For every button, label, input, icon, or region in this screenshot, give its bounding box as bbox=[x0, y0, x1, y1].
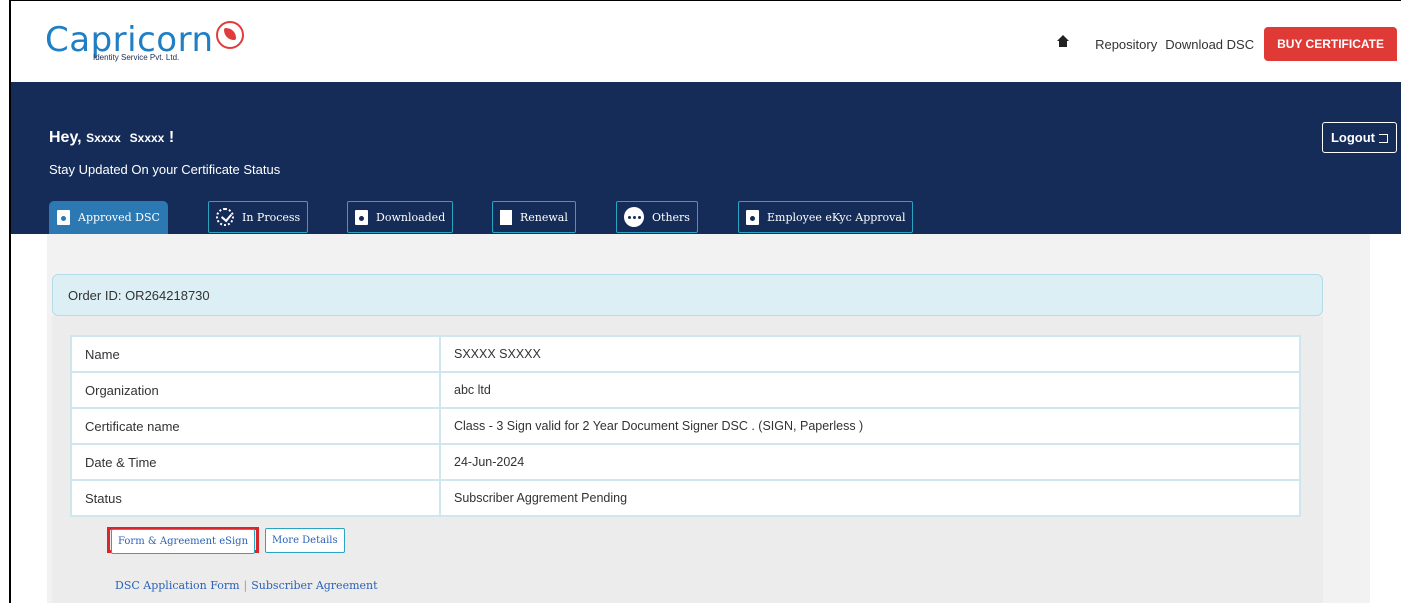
logout-label: Logout bbox=[1330, 130, 1375, 145]
tab-label: Downloaded bbox=[376, 210, 446, 224]
brand-logo[interactable]: Capricorn Identity Service Pvt. Ltd. bbox=[45, 21, 244, 71]
nav-link-download-dsc[interactable]: Download DSC bbox=[1165, 37, 1254, 52]
document-icon bbox=[746, 209, 759, 225]
detail-key: Certificate name bbox=[70, 407, 441, 445]
form-agreement-esign-button[interactable]: Form & Agreement eSign bbox=[111, 529, 256, 554]
dsc-application-form-link[interactable]: DSC Application Form bbox=[115, 579, 240, 592]
greeting-suffix: ! bbox=[168, 129, 175, 146]
detail-value: SXXXX SXXXX bbox=[439, 335, 1301, 373]
detail-key: Date & Time bbox=[70, 443, 441, 481]
progress-icon bbox=[216, 208, 234, 226]
document-icon bbox=[57, 210, 70, 225]
tab-approved-dsc[interactable]: Approved DSC bbox=[49, 201, 168, 234]
dashboard-banner: Hey, Sxxxx Sxxxx ! Stay Updated On your … bbox=[11, 82, 1401, 234]
more-details-button[interactable]: More Details bbox=[265, 527, 345, 553]
document-icon bbox=[355, 209, 368, 225]
table-row: Status Subscriber Aggrement Pending bbox=[70, 479, 1301, 517]
detail-key: Organization bbox=[70, 371, 441, 409]
highlight-box: Form & Agreement eSign bbox=[107, 527, 260, 554]
action-buttons: Form & Agreement eSign More Details bbox=[107, 527, 345, 554]
certificate-details-table: Name SXXXX SXXXX Organization abc ltd Ce… bbox=[70, 335, 1301, 517]
greeting: Hey, Sxxxx Sxxxx ! bbox=[49, 129, 174, 147]
table-row: Date & Time 24-Jun-2024 bbox=[70, 443, 1301, 481]
user-last-name: Sxxxx bbox=[129, 131, 165, 145]
top-navbar: Capricorn Identity Service Pvt. Ltd. Rep… bbox=[11, 1, 1401, 82]
banner-subtitle: Stay Updated On your Certificate Status bbox=[49, 162, 281, 177]
tab-downloaded[interactable]: Downloaded bbox=[347, 201, 454, 233]
more-icon bbox=[624, 207, 644, 227]
detail-key: Name bbox=[70, 335, 441, 373]
table-row: Certificate name Class - 3 Sign valid fo… bbox=[70, 407, 1301, 445]
subscriber-agreement-link[interactable]: Subscriber Agreement bbox=[251, 579, 377, 592]
user-first-name: Sxxxx bbox=[86, 131, 121, 145]
link-separator: | bbox=[243, 579, 248, 592]
tab-label: Others bbox=[652, 210, 690, 224]
detail-key: Status bbox=[70, 479, 441, 517]
brand-mark-icon bbox=[215, 21, 244, 49]
nav-link-repository[interactable]: Repository bbox=[1095, 37, 1157, 52]
document-icon bbox=[500, 209, 512, 225]
status-value: Subscriber Aggrement Pending bbox=[439, 479, 1301, 517]
greeting-prefix: Hey, bbox=[49, 129, 82, 146]
logout-button[interactable]: Logout bbox=[1321, 122, 1397, 153]
tab-label: Employee eKyc Approval bbox=[767, 210, 906, 224]
tab-label: Approved DSC bbox=[78, 211, 160, 224]
tab-label: Renewal bbox=[520, 210, 568, 224]
tab-renewal[interactable]: Renewal bbox=[492, 201, 576, 233]
detail-value: 24-Jun-2024 bbox=[439, 443, 1301, 481]
brand-subtitle: Identity Service Pvt. Ltd. bbox=[93, 53, 180, 62]
table-row: Organization abc ltd bbox=[70, 371, 1301, 409]
tab-others[interactable]: Others bbox=[616, 201, 698, 233]
home-icon[interactable] bbox=[1057, 35, 1070, 49]
order-id-label: Order ID: OR264218730 bbox=[68, 288, 210, 303]
tab-in-process[interactable]: In Process bbox=[208, 201, 309, 233]
order-id-header: Order ID: OR264218730 bbox=[52, 274, 1323, 316]
document-links: DSC Application Form | Subscriber Agreemen… bbox=[115, 579, 378, 592]
tab-label: In Process bbox=[242, 210, 301, 224]
table-row: Name SXXXX SXXXX bbox=[70, 335, 1301, 373]
detail-value: Class - 3 Sign valid for 2 Year Document… bbox=[439, 407, 1301, 445]
buy-certificate-button[interactable]: BUY CERTIFICATE bbox=[1264, 27, 1397, 61]
main-content: Order ID: OR264218730 Name SXXXX SXXXX O… bbox=[11, 234, 1401, 603]
tab-employee-ekyc-approval[interactable]: Employee eKyc Approval bbox=[738, 201, 914, 233]
nav-links: Repository Download DSC BUY CERTIFICATE bbox=[1057, 27, 1397, 61]
detail-value: abc ltd bbox=[439, 371, 1301, 409]
logout-icon bbox=[1379, 134, 1388, 143]
